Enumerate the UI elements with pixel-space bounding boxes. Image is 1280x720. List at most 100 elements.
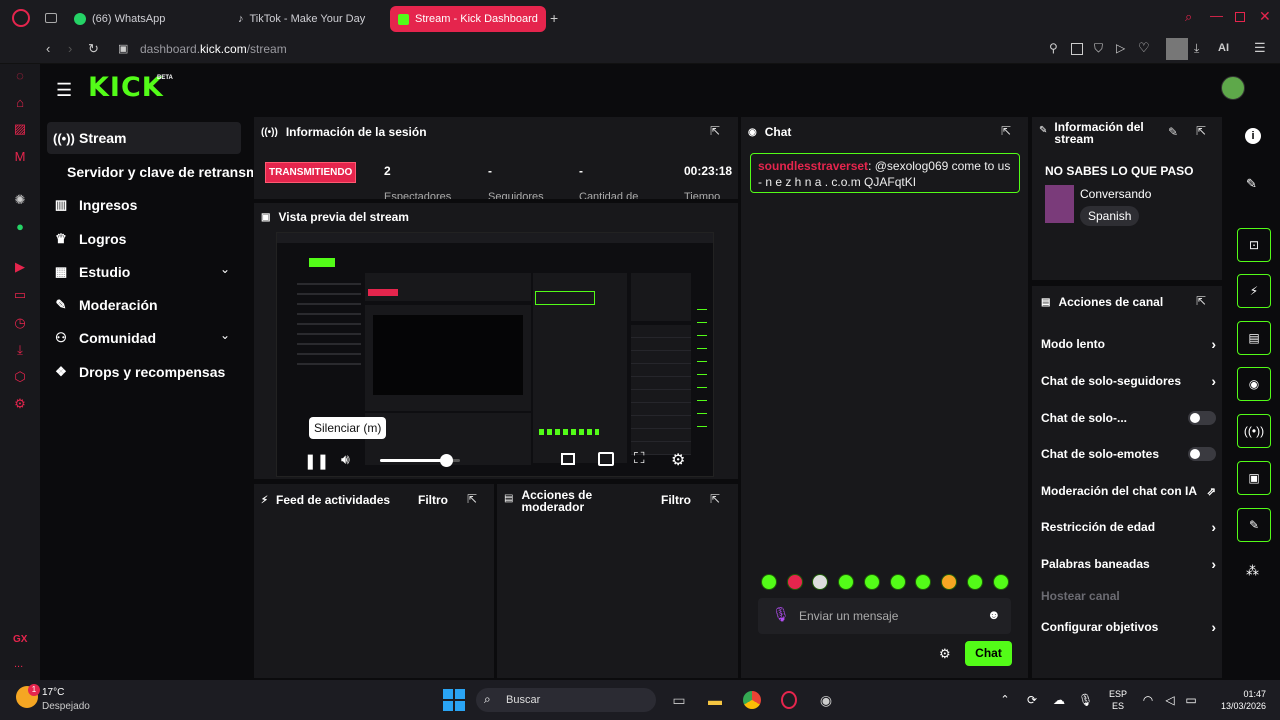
emote-icon[interactable] xyxy=(890,574,906,590)
action-age-restriction[interactable]: Restricción de edad › xyxy=(1041,516,1216,538)
nav-stream[interactable]: ((•)) Stream xyxy=(47,122,241,154)
tab-whatsapp[interactable]: (66) WhatsApp xyxy=(66,6,222,32)
nav-comunidad[interactable]: ⚇ Comunidad xyxy=(47,322,241,354)
filter-button[interactable]: Filtro xyxy=(418,493,448,507)
tray-sync-icon[interactable]: ⟳ xyxy=(1024,688,1040,712)
sidebar-more[interactable]: ... xyxy=(14,658,23,670)
ai-button[interactable]: AI xyxy=(1218,42,1229,54)
gmail-icon[interactable]: M xyxy=(11,148,29,166)
action-followers-only[interactable]: Chat de solo-seguidores › xyxy=(1041,370,1216,392)
user-avatar[interactable] xyxy=(1221,76,1245,100)
task-view-icon[interactable]: ▭ xyxy=(668,688,690,712)
emote-icon[interactable] xyxy=(812,574,828,590)
pip-icon[interactable] xyxy=(561,453,575,465)
chat-rail-button[interactable]: ◉ xyxy=(1237,367,1271,401)
extensions-icon[interactable]: ⬡ xyxy=(11,368,29,386)
microphone-icon[interactable]: 🎙︎ xyxy=(772,606,790,623)
chatgpt-icon[interactable]: ✺ xyxy=(11,191,29,209)
action-slow-mode[interactable]: Modo lento › xyxy=(1041,333,1216,355)
close-window-button[interactable]: ✕ xyxy=(1259,8,1271,25)
volume-tray-icon[interactable]: ◁ xyxy=(1162,688,1178,712)
action-emotes-only[interactable]: Chat de solo-emotes xyxy=(1041,443,1216,465)
file-explorer-icon[interactable]: ▬ xyxy=(704,688,726,712)
weather-desc[interactable]: Despejado xyxy=(42,701,90,712)
hamburger-menu-icon[interactable]: ☰ xyxy=(56,80,72,101)
volume-handle[interactable] xyxy=(439,454,453,467)
language-indicator[interactable]: ESP ES xyxy=(1106,688,1130,712)
minimize-button[interactable]: — xyxy=(1210,8,1223,23)
edit-icon[interactable]: ✎ xyxy=(1168,125,1178,139)
info-icon[interactable]: i xyxy=(1245,128,1261,144)
new-tab-button[interactable]: + xyxy=(550,10,558,26)
chrome-icon[interactable] xyxy=(741,688,763,712)
popout-icon[interactable]: ⇱ xyxy=(710,492,720,506)
volume-slider[interactable] xyxy=(380,454,460,467)
emote-icon[interactable] xyxy=(761,574,777,590)
home-icon[interactable]: ⌂ xyxy=(11,94,29,112)
windows-start-icon[interactable] xyxy=(442,688,466,712)
player-icon[interactable]: ▷ xyxy=(1116,41,1125,55)
obs-icon[interactable]: ◉ xyxy=(815,688,837,712)
bolt-rail-button[interactable]: ⚡︎ xyxy=(1237,274,1271,308)
filter-button[interactable]: Filtro xyxy=(661,493,691,507)
popout-icon[interactable]: ⇱ xyxy=(710,124,720,138)
tab-workspace-icon[interactable] xyxy=(45,13,57,23)
action-configure-goals[interactable]: Configurar objetivos › xyxy=(1041,616,1216,638)
emote-icon[interactable] xyxy=(787,574,803,590)
whatsapp-sidebar-icon[interactable]: ● xyxy=(11,218,29,236)
pause-button[interactable]: ❚❚ xyxy=(304,452,329,470)
clock[interactable]: 01:47 13/03/2026 xyxy=(1196,688,1266,712)
snapshot-icon[interactable] xyxy=(1071,43,1083,55)
pin-icon[interactable]: ⚲ xyxy=(1049,41,1058,55)
chat-settings-icon[interactable]: ⚙ xyxy=(939,646,951,662)
camera-rail-button[interactable]: ⊡ xyxy=(1237,228,1271,262)
nav-moderacion[interactable]: ✎ Moderación xyxy=(47,289,241,321)
broadcast-rail-button[interactable]: ((•)) xyxy=(1237,414,1271,448)
toggle-switch[interactable] xyxy=(1188,411,1216,425)
tab-kick-dashboard[interactable]: Stream - Kick Dashboard xyxy=(390,6,546,32)
emote-icon[interactable] xyxy=(941,574,957,590)
heart-icon[interactable]: ♡ xyxy=(1138,40,1150,56)
nav-drops[interactable]: ❖ Drops y recompensas xyxy=(47,356,241,388)
action-subs-only[interactable]: Chat de solo-... xyxy=(1041,407,1216,429)
settings-sidebar-icon[interactable]: ⚙ xyxy=(11,395,29,413)
emote-icon[interactable] xyxy=(993,574,1009,590)
chat-message[interactable]: soundlesstraverset: @sexolog069 come to … xyxy=(750,153,1020,193)
twitch-icon[interactable]: ▨ xyxy=(11,120,29,138)
emote-icon[interactable] xyxy=(967,574,983,590)
tray-mic-icon[interactable]: 🎙︎ xyxy=(1078,688,1093,712)
chat-input[interactable]: 🎙︎ Enviar un mensaje ☻ xyxy=(758,598,1011,634)
info-rail-button[interactable]: ▣ xyxy=(1237,461,1271,495)
forward-icon[interactable]: › xyxy=(68,41,72,56)
download-icon[interactable]: ⤓ xyxy=(1194,41,1199,56)
tray-chevron-icon[interactable]: ⌃ xyxy=(998,688,1012,712)
menu-icon[interactable]: ☰ xyxy=(1254,40,1266,56)
emote-icon[interactable] xyxy=(915,574,931,590)
fullscreen-icon[interactable]: ⛶ xyxy=(634,450,645,467)
chevron-down-icon[interactable]: ⌄ xyxy=(220,328,230,342)
opera-gx-icon[interactable]: ◌ xyxy=(11,67,29,85)
nav-stream-key[interactable]: Servidor y clave de retransm xyxy=(67,164,253,180)
emoji-icon[interactable]: ☻ xyxy=(987,607,1001,622)
action-banned-words[interactable]: Palabras baneadas › xyxy=(1041,553,1216,575)
popout-icon[interactable]: ⇱ xyxy=(1001,124,1011,138)
toggle-switch[interactable] xyxy=(1188,447,1216,461)
taskbar-search[interactable]: ⌕ Buscar xyxy=(476,688,656,712)
volume-icon[interactable]: 🔊︎ xyxy=(341,451,350,468)
document-rail-button[interactable]: ▤ xyxy=(1237,321,1271,355)
chat-username[interactable]: soundlesstraverset xyxy=(758,159,868,173)
history-icon[interactable]: ◷ xyxy=(11,314,29,332)
tray-cloud-icon[interactable]: ☁ xyxy=(1051,688,1067,712)
category-name[interactable]: Conversando xyxy=(1080,187,1151,201)
downloads-sidebar-icon[interactable]: ⤓ xyxy=(11,341,29,359)
back-icon[interactable]: ‹ xyxy=(46,41,50,56)
stream-video[interactable] xyxy=(276,232,714,477)
battery-icon[interactable]: ▭ xyxy=(11,286,29,304)
emote-icon[interactable] xyxy=(864,574,880,590)
nav-ingresos[interactable]: ▥ Ingresos xyxy=(47,189,241,221)
popout-icon[interactable]: ⇱ xyxy=(1196,124,1206,138)
chevron-down-icon[interactable]: ⌄ xyxy=(220,262,230,276)
popout-icon[interactable]: ⇱ xyxy=(467,492,477,506)
more-actions-icon[interactable]: ⁂ xyxy=(1246,563,1259,579)
theater-icon[interactable] xyxy=(598,452,614,466)
